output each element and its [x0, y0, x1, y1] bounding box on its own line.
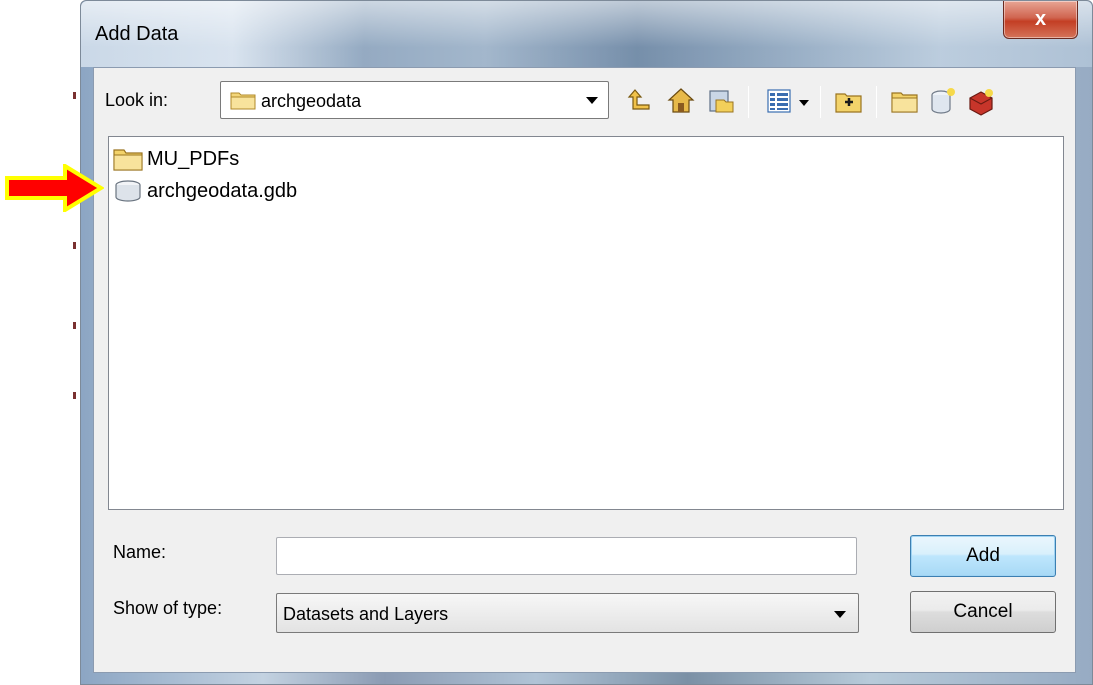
background-mark	[73, 322, 76, 329]
show-of-type-value: Datasets and Layers	[283, 604, 449, 624]
toolbar-separator	[876, 86, 877, 118]
list-item[interactable]: MU_PDFs	[113, 143, 239, 175]
name-field[interactable]	[276, 537, 857, 575]
title-bar[interactable]: Add Data x	[81, 1, 1092, 67]
folder-icon	[113, 149, 143, 171]
background-mark	[73, 242, 76, 249]
add-data-dialog: Add Data x Look in: archgeodata MU_PDFs …	[80, 0, 1093, 685]
toolbar	[626, 80, 1066, 120]
chevron-down-icon[interactable]	[834, 611, 846, 618]
dialog-title: Add Data	[95, 23, 179, 45]
look-in-value: archgeodata	[261, 91, 362, 111]
show-of-type-label: Show of type:	[113, 598, 223, 618]
chevron-down-icon[interactable]	[586, 97, 598, 104]
geodatabase-icon	[115, 180, 141, 202]
cancel-button[interactable]: Cancel	[910, 591, 1056, 633]
new-toolbox-icon[interactable]	[966, 86, 996, 116]
list-item-label: MU_PDFs	[147, 147, 240, 170]
catalog-icon[interactable]	[834, 86, 864, 116]
toolbar-separator	[748, 86, 749, 118]
view-dropdown-icon[interactable]	[796, 86, 812, 116]
toolbar-separator	[820, 86, 821, 118]
add-button[interactable]: Add	[910, 535, 1056, 577]
dialog-body: Look in: archgeodata MU_PDFs archgeodata…	[93, 67, 1076, 673]
up-one-level-icon[interactable]	[626, 86, 656, 116]
list-item[interactable]: archgeodata.gdb	[113, 175, 297, 207]
desktop-background	[0, 0, 80, 685]
list-item-label: archgeodata.gdb	[147, 179, 298, 202]
background-mark	[73, 92, 76, 99]
look-in-dropdown[interactable]: archgeodata	[220, 81, 609, 119]
home-icon[interactable]	[666, 86, 696, 116]
new-folder-icon[interactable]	[890, 86, 920, 116]
close-icon: x	[1034, 8, 1047, 30]
name-label: Name:	[113, 542, 167, 562]
look-in-label: Look in:	[105, 90, 169, 110]
new-file-geodatabase-icon[interactable]	[928, 86, 958, 116]
file-list[interactable]: MU_PDFs archgeodata.gdb	[108, 136, 1064, 510]
connect-to-folder-icon[interactable]	[706, 86, 736, 116]
folder-icon	[230, 92, 256, 110]
annotation-arrow-icon	[5, 164, 104, 212]
background-mark	[73, 392, 76, 399]
show-of-type-dropdown[interactable]: Datasets and Layers	[276, 593, 859, 633]
view-list-icon[interactable]	[764, 86, 794, 116]
close-button[interactable]: x	[1003, 1, 1078, 39]
